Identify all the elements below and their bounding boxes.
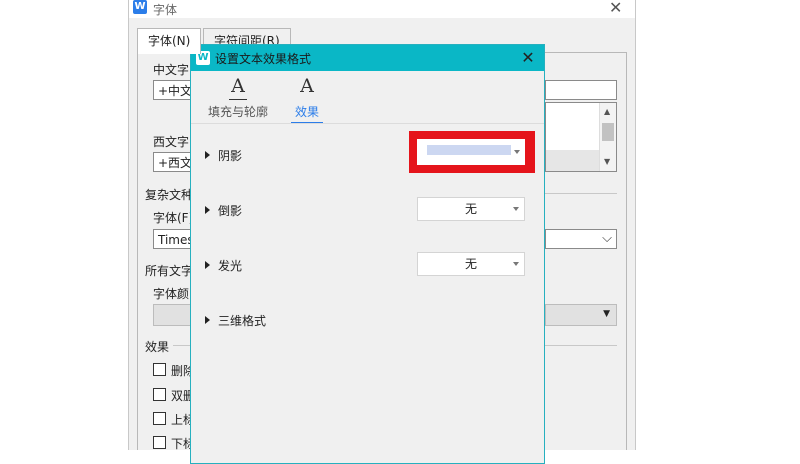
- highlight-box: [409, 131, 535, 173]
- divider: [191, 123, 544, 124]
- section-label: 三维格式: [218, 314, 267, 328]
- icon-underline: [229, 99, 247, 100]
- select-value: 无: [464, 202, 477, 216]
- all-text-label: 所有文字: [145, 264, 194, 278]
- checkbox-box[interactable]: [153, 388, 166, 401]
- expand-triangle-icon: [205, 206, 210, 214]
- close-button[interactable]: ✕: [518, 48, 538, 68]
- divider: [545, 193, 617, 194]
- effect-dialog-titlebar: W 设置文本效果格式 ✕: [191, 45, 544, 71]
- font-color-button[interactable]: [153, 304, 191, 326]
- close-icon[interactable]: ✕: [609, 0, 622, 17]
- font-style-input[interactable]: [545, 80, 617, 100]
- effects-label: 效果: [145, 340, 170, 354]
- chinese-font-label: 中文字: [153, 63, 190, 77]
- font-color-label: 字体颜: [153, 287, 190, 301]
- underline-select[interactable]: ▼: [545, 304, 617, 326]
- scrollbar[interactable]: ▲ ▼: [599, 103, 616, 171]
- scroll-thumb[interactable]: [602, 123, 614, 141]
- select-value: 无: [464, 257, 477, 271]
- divider: [173, 345, 191, 346]
- scroll-down-icon[interactable]: ▼: [604, 157, 610, 166]
- section-label: 发光: [218, 259, 243, 273]
- dropdown-arrow-icon: ▼: [603, 309, 610, 319]
- section-label: 阴影: [218, 149, 243, 163]
- complex-style-select[interactable]: ⌵: [545, 229, 617, 249]
- complex-script-label: 复杂文种: [145, 188, 194, 202]
- font-size-list[interactable]: ▲ ▼: [545, 102, 617, 172]
- tab-effects[interactable]: A 效果: [289, 75, 325, 124]
- expand-triangle-icon: [205, 261, 210, 269]
- list-item-selected[interactable]: [546, 150, 599, 171]
- tab-label: 效果: [294, 105, 319, 119]
- western-font-label: 西文字: [153, 135, 190, 149]
- text-effects-icon: A: [300, 75, 314, 97]
- section-reflection[interactable]: 倒影: [205, 202, 242, 219]
- expand-triangle-icon: [205, 316, 210, 324]
- checkbox-box[interactable]: [153, 363, 166, 376]
- tab-fill-outline[interactable]: A 填充与轮廓: [205, 75, 271, 121]
- expand-triangle-icon: [205, 151, 210, 159]
- reflection-select[interactable]: 无: [417, 197, 525, 221]
- shadow-select[interactable]: [417, 139, 525, 165]
- chevron-down-icon: ⌵: [602, 231, 612, 246]
- checkbox-box[interactable]: [153, 412, 166, 425]
- font-dialog-title: 字体: [153, 3, 178, 17]
- scroll-up-icon[interactable]: ▲: [604, 107, 610, 116]
- text-effect-dialog: W 设置文本效果格式 ✕ A 填充与轮廓 A 效果 阴影 倒影 无 发光 无 三: [190, 44, 545, 464]
- complex-font-label: 字体(F): [153, 211, 194, 225]
- section-label: 倒影: [218, 204, 243, 218]
- tab-font[interactable]: 字体(N): [137, 28, 202, 54]
- dropdown-arrow-icon: [514, 150, 520, 154]
- shadow-preview: [427, 145, 511, 155]
- section-glow[interactable]: 发光: [205, 257, 242, 274]
- dropdown-arrow-icon: [513, 207, 519, 211]
- tab-label: 填充与轮廓: [207, 105, 268, 119]
- dropdown-arrow-icon: [513, 262, 519, 266]
- divider: [545, 345, 617, 346]
- effect-dialog-title: 设置文本效果格式: [215, 52, 312, 66]
- section-shadow[interactable]: 阴影: [205, 147, 242, 164]
- glow-select[interactable]: 无: [417, 252, 525, 276]
- font-dialog-titlebar: W 字体 ✕: [129, 0, 635, 18]
- app-logo-icon: W: [133, 0, 147, 14]
- checkbox-box[interactable]: [153, 436, 166, 449]
- text-fill-icon: A: [231, 75, 245, 97]
- section-3d-format[interactable]: 三维格式: [205, 312, 266, 329]
